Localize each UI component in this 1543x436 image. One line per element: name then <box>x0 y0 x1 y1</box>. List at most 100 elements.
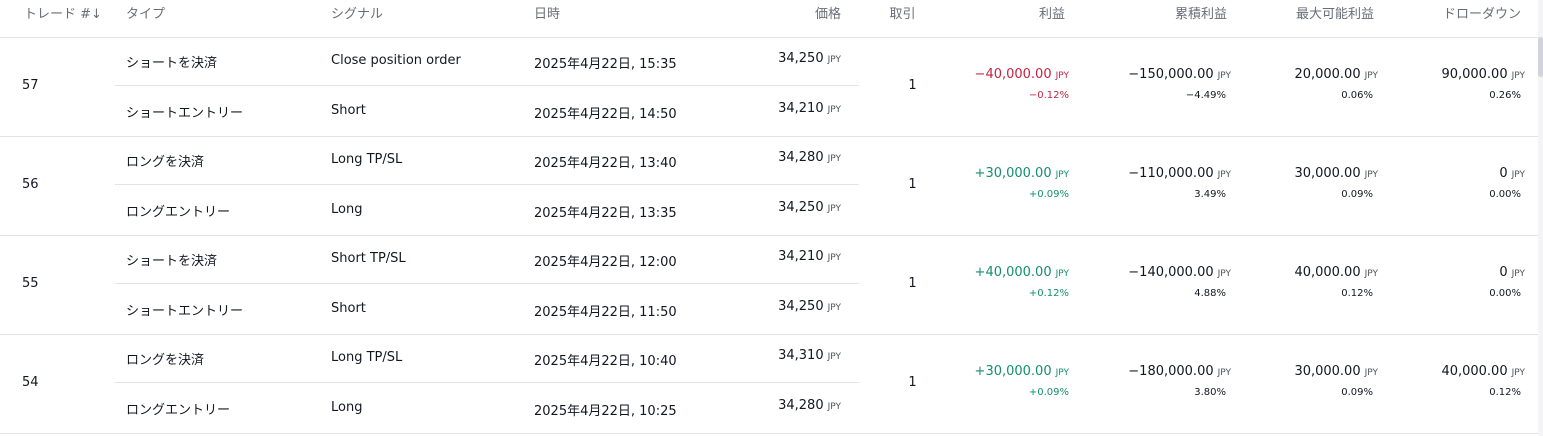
cumulative-profit-percent: 4.88% <box>1194 288 1226 299</box>
entry-type: ショートエントリー <box>126 106 244 121</box>
exit-signal: Long TP/SL <box>331 152 403 167</box>
profit-amount: +40,000.00 <box>974 265 1052 280</box>
entry-signal: Short <box>331 301 366 316</box>
exit-price-value: 34,210 <box>778 249 824 264</box>
runup-amount: 30,000.00 <box>1294 364 1361 379</box>
entry-signal: Short <box>331 103 366 118</box>
trade-number: 56 <box>22 177 39 192</box>
row-divider <box>115 382 859 383</box>
cumulative-profit-amount: −110,000.00 <box>1128 166 1214 181</box>
header-trade-number[interactable]: トレード #↓ <box>24 3 102 22</box>
header-cumulative-profit[interactable]: 累積利益 <box>1175 3 1227 22</box>
exit-price-value: 34,310 <box>778 348 824 363</box>
runup-value: 20,000.00 JPY <box>1294 67 1378 82</box>
entry-datetime: 2025年4月22日, 10:25 <box>534 404 677 419</box>
header-drawdown[interactable]: ドローダウン <box>1443 3 1521 22</box>
cumulative-profit-value: −180,000.00 JPY <box>1128 364 1231 379</box>
table-row[interactable]: 57 ショートを決済 Close position order 2025年4月2… <box>0 37 1538 137</box>
drawdown-amount: 0 <box>1499 166 1508 181</box>
runup-amount: 30,000.00 <box>1294 166 1361 181</box>
table-row[interactable]: 54 ロングを決済 Long TP/SL 2025年4月22日, 10:40 3… <box>0 334 1538 434</box>
cumulative-profit-percent: −4.49% <box>1185 90 1226 101</box>
contracts: 1 <box>908 375 917 390</box>
header-type[interactable]: タイプ <box>126 3 165 22</box>
exit-signal: Long TP/SL <box>331 350 403 365</box>
drawdown-percent: 0.00% <box>1489 189 1521 200</box>
currency-label: JPY <box>1217 269 1231 279</box>
drawdown-percent: 0.12% <box>1489 387 1521 398</box>
runup-percent: 0.12% <box>1341 288 1373 299</box>
entry-price: 34,250 JPY <box>778 200 841 215</box>
currency-label: JPY <box>827 105 841 115</box>
currency-label: JPY <box>827 303 841 313</box>
exit-price: 34,280 JPY <box>778 150 841 165</box>
header-signal[interactable]: シグナル <box>331 3 383 22</box>
drawdown-value: 90,000.00 JPY <box>1441 67 1525 82</box>
header-contracts[interactable]: 取引 <box>880 3 925 22</box>
drawdown-amount: 90,000.00 <box>1441 67 1508 82</box>
runup-value: 40,000.00 JPY <box>1294 265 1378 280</box>
row-divider <box>115 184 859 185</box>
profit-amount: −40,000.00 <box>974 67 1052 82</box>
currency-label: JPY <box>827 204 841 214</box>
cumulative-profit-value: −110,000.00 JPY <box>1128 166 1231 181</box>
drawdown-percent: 0.00% <box>1489 288 1521 299</box>
entry-price: 34,210 JPY <box>778 101 841 116</box>
exit-signal: Close position order <box>331 53 461 68</box>
scrollbar-thumb[interactable] <box>1538 37 1543 77</box>
table-row[interactable]: 55 ショートを決済 Short TP/SL 2025年4月22日, 12:00… <box>0 235 1538 335</box>
cumulative-profit-percent: 3.80% <box>1194 387 1226 398</box>
entry-price-value: 34,280 <box>778 398 824 413</box>
profit-percent: +0.12% <box>1028 288 1069 299</box>
entry-price-value: 34,250 <box>778 200 824 215</box>
header-profit[interactable]: 利益 <box>1039 3 1065 22</box>
exit-type: ロングを決済 <box>126 353 205 368</box>
currency-label: JPY <box>1055 269 1069 279</box>
profit-value: +30,000.00 JPY <box>975 166 1069 181</box>
exit-price: 34,250 JPY <box>778 51 841 66</box>
currency-label: JPY <box>1511 71 1525 81</box>
currency-label: JPY <box>827 253 841 263</box>
currency-label: JPY <box>1511 269 1525 279</box>
header-max-runup[interactable]: 最大可能利益 <box>1296 3 1374 22</box>
header-datetime[interactable]: 日時 <box>534 3 560 22</box>
currency-label: JPY <box>1217 170 1231 180</box>
profit-percent: +0.09% <box>1028 387 1069 398</box>
vertical-scrollbar[interactable] <box>1538 0 1543 436</box>
sort-down-icon: ↓ <box>91 7 102 22</box>
cumulative-profit-amount: −140,000.00 <box>1128 265 1214 280</box>
entry-price: 34,280 JPY <box>778 398 841 413</box>
header-price[interactable]: 価格 <box>815 3 841 22</box>
runup-percent: 0.09% <box>1341 387 1373 398</box>
currency-label: JPY <box>1364 71 1378 81</box>
entry-signal: Long <box>331 202 363 217</box>
exit-type: ショートを決済 <box>126 254 218 269</box>
exit-price-value: 34,250 <box>778 51 824 66</box>
exit-datetime: 2025年4月22日, 10:40 <box>534 354 677 369</box>
cumulative-profit-value: −150,000.00 JPY <box>1128 67 1231 82</box>
cumulative-profit-percent: 3.49% <box>1194 189 1226 200</box>
cumulative-profit-amount: −180,000.00 <box>1128 364 1214 379</box>
currency-label: JPY <box>1511 368 1525 378</box>
runup-amount: 20,000.00 <box>1294 67 1361 82</box>
entry-type: ショートエントリー <box>126 304 244 319</box>
profit-amount: +30,000.00 <box>974 166 1052 181</box>
trade-number: 55 <box>22 276 39 291</box>
entry-datetime: 2025年4月22日, 11:50 <box>534 305 677 320</box>
exit-type: ロングを決済 <box>126 155 205 170</box>
drawdown-amount: 0 <box>1499 265 1508 280</box>
profit-value: −40,000.00 JPY <box>975 67 1069 82</box>
entry-price-value: 34,210 <box>778 101 824 116</box>
row-divider <box>115 283 859 284</box>
exit-datetime: 2025年4月22日, 13:40 <box>534 156 677 171</box>
exit-price: 34,210 JPY <box>778 249 841 264</box>
table-row[interactable]: 56 ロングを決済 Long TP/SL 2025年4月22日, 13:40 3… <box>0 136 1538 236</box>
entry-price: 34,250 JPY <box>778 299 841 314</box>
exit-price-value: 34,280 <box>778 150 824 165</box>
currency-label: JPY <box>1217 368 1231 378</box>
runup-percent: 0.09% <box>1341 189 1373 200</box>
runup-value: 30,000.00 JPY <box>1294 166 1378 181</box>
currency-label: JPY <box>827 352 841 362</box>
row-divider <box>115 85 859 86</box>
entry-price-value: 34,250 <box>778 299 824 314</box>
